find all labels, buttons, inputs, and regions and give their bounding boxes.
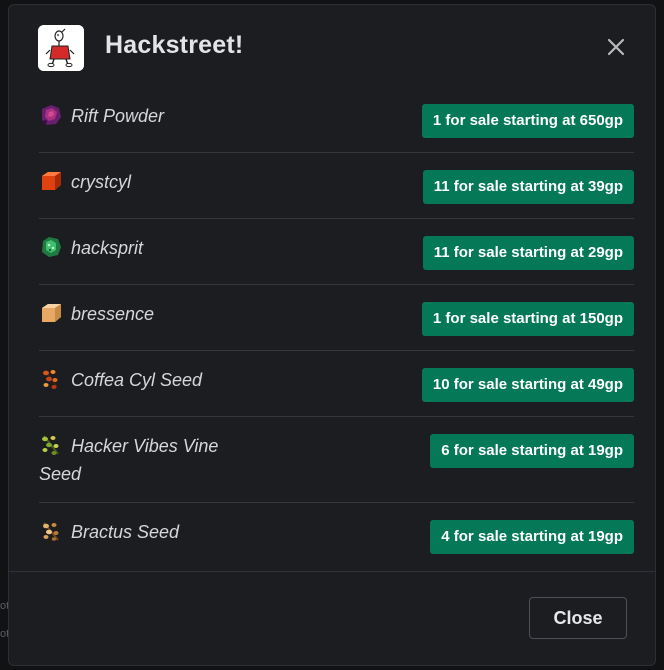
hacksprit-icon — [39, 235, 63, 259]
item-name-label: bressence — [71, 304, 155, 324]
close-icon[interactable] — [602, 33, 630, 61]
list-item: crystcyl 11 for sale starting at 39gp — [39, 153, 634, 219]
listing-badge[interactable]: 11 for sale starting at 39gp — [422, 170, 634, 204]
listing-badge[interactable]: 11 for sale starting at 29gp — [422, 236, 634, 270]
list-item: Hacker Vibes Vine Seed 6 for sale starti… — [39, 417, 634, 503]
item-name-label: Bractus Seed — [71, 522, 180, 542]
shop-modal: Hackstreet! Rift Powder 1 for sale start… — [8, 4, 656, 666]
list-item: Coffea Cyl Seed 10 for sale starting at … — [39, 351, 634, 417]
listing-badge[interactable]: 4 for sale starting at 19gp — [430, 520, 634, 554]
bractus-seed-icon — [39, 519, 63, 543]
modal-title: Hackstreet! — [105, 31, 244, 59]
app-logo-icon — [38, 25, 84, 71]
item-name-label: crystcyl — [71, 172, 131, 192]
item-name-label: Hacker Vibes Vine Seed — [39, 436, 219, 484]
modal-header: Hackstreet! — [9, 5, 655, 85]
list-item: hacksprit 11 for sale starting at 29gp — [39, 219, 634, 285]
item-name-label: hacksprit — [71, 238, 144, 258]
rift-powder-icon — [39, 103, 63, 127]
close-button[interactable]: Close — [529, 597, 627, 639]
item-name-label: Coffea Cyl Seed — [71, 370, 203, 390]
list-item: bressence 1 for sale starting at 150gp — [39, 285, 634, 351]
item-list: Rift Powder 1 for sale starting at 650gp… — [39, 87, 634, 569]
listing-badge[interactable]: 10 for sale starting at 49gp — [421, 368, 634, 402]
item-name-label: Rift Powder — [71, 106, 165, 126]
bressence-icon — [39, 301, 63, 325]
listing-badge[interactable]: 1 for sale starting at 650gp — [421, 104, 634, 138]
list-item: Rift Powder 1 for sale starting at 650gp — [39, 87, 634, 153]
list-item: Bractus Seed 4 for sale starting at 19gp — [39, 503, 634, 569]
crystcyl-icon — [39, 169, 63, 193]
hacker-vibes-vine-seed-icon — [39, 433, 63, 457]
coffea-cyl-seed-icon — [39, 367, 63, 391]
listing-badge[interactable]: 6 for sale starting at 19gp — [430, 434, 634, 468]
background-fragment: ot — [0, 600, 8, 612]
listing-badge[interactable]: 1 for sale starting at 150gp — [421, 302, 634, 336]
modal-footer: Close — [9, 571, 655, 665]
background-fragment: ot — [0, 628, 8, 640]
